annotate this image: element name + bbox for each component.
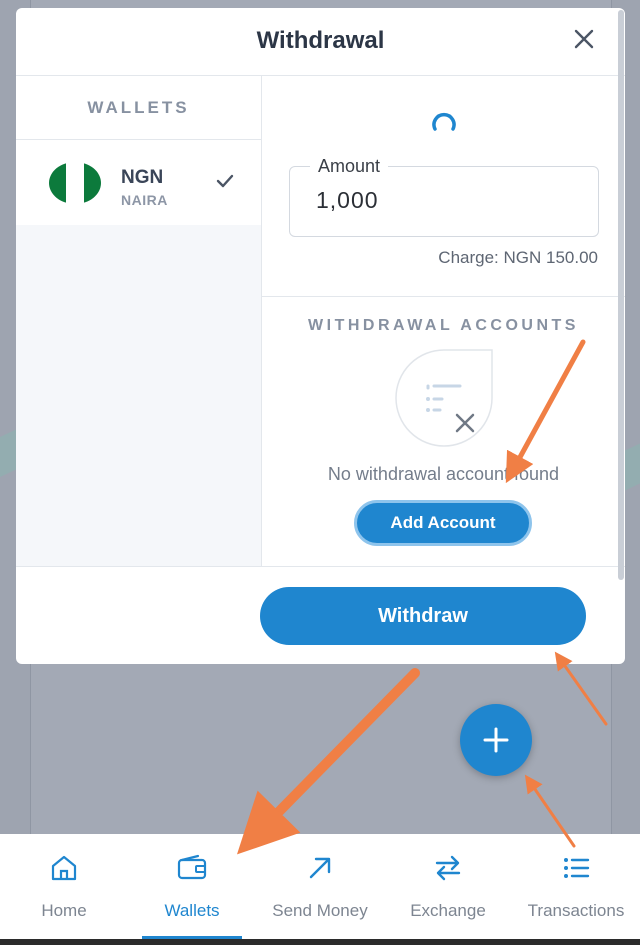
withdraw-button[interactable]: Withdraw (260, 587, 586, 645)
withdrawal-accounts-heading: WITHDRAWAL ACCOUNTS (308, 317, 579, 334)
nav-item-wallets[interactable]: Wallets (128, 834, 256, 945)
nav-label: Wallets (164, 901, 220, 920)
bottom-navigation: Home Wallets Send Money Exchange Transac… (0, 834, 640, 945)
home-icon (51, 855, 77, 881)
wallet-icon (177, 854, 207, 880)
nav-item-exchange[interactable]: Exchange (384, 834, 512, 945)
withdraw-form: Amount Charge: NGN 150.00 WITHDRAWAL ACC… (262, 76, 625, 566)
list-icon (564, 858, 590, 878)
bottom-edge (0, 939, 640, 945)
add-account-button[interactable]: Add Account (354, 500, 532, 546)
scrollbar[interactable] (618, 10, 624, 580)
close-icon (574, 29, 594, 49)
empty-accounts-text: No withdrawal account found (327, 464, 560, 484)
modal-title: Withdrawal (256, 27, 385, 54)
wallets-heading: WALLETS (16, 76, 261, 140)
close-button[interactable] (569, 24, 599, 54)
exchange-icon (435, 855, 461, 881)
wallet-item-ngn[interactable]: NGN NAIRA (16, 140, 261, 225)
amount-label: Amount (310, 156, 389, 177)
modal-header: Withdrawal (16, 8, 625, 76)
divider (262, 296, 625, 297)
add-fab-button[interactable] (460, 704, 532, 776)
wallets-panel: WALLETS NGN NAIRA (16, 76, 262, 566)
nav-label: Transactions (527, 901, 625, 920)
empty-list-icon (395, 349, 493, 447)
arrow-up-right-icon (309, 857, 331, 879)
plus-icon (483, 727, 509, 753)
nav-label: Send Money (272, 901, 368, 920)
nav-item-transactions[interactable]: Transactions (512, 834, 640, 945)
charge-text: Charge: NGN 150.00 (438, 248, 598, 267)
loading-spinner-icon (432, 112, 456, 131)
withdrawal-modal: Withdrawal WALLETS NGN NAIRA Amount 1,00… (16, 8, 625, 664)
check-icon (216, 174, 234, 188)
modal-footer: Withdraw (16, 566, 625, 664)
nav-label: Home (41, 901, 87, 920)
amount-input[interactable] (316, 187, 576, 214)
wallet-code: NGN (121, 167, 164, 188)
amount-field[interactable]: Amount (289, 156, 599, 237)
modal-body: WALLETS NGN NAIRA Amount Charge: NGN 150… (16, 76, 625, 566)
nav-item-send-money[interactable]: Send Money (256, 834, 384, 945)
nigeria-flag-icon (49, 162, 101, 204)
wallet-name: NAIRA (121, 192, 168, 208)
nav-item-home[interactable]: Home (0, 834, 128, 945)
nav-label: Exchange (410, 901, 486, 920)
